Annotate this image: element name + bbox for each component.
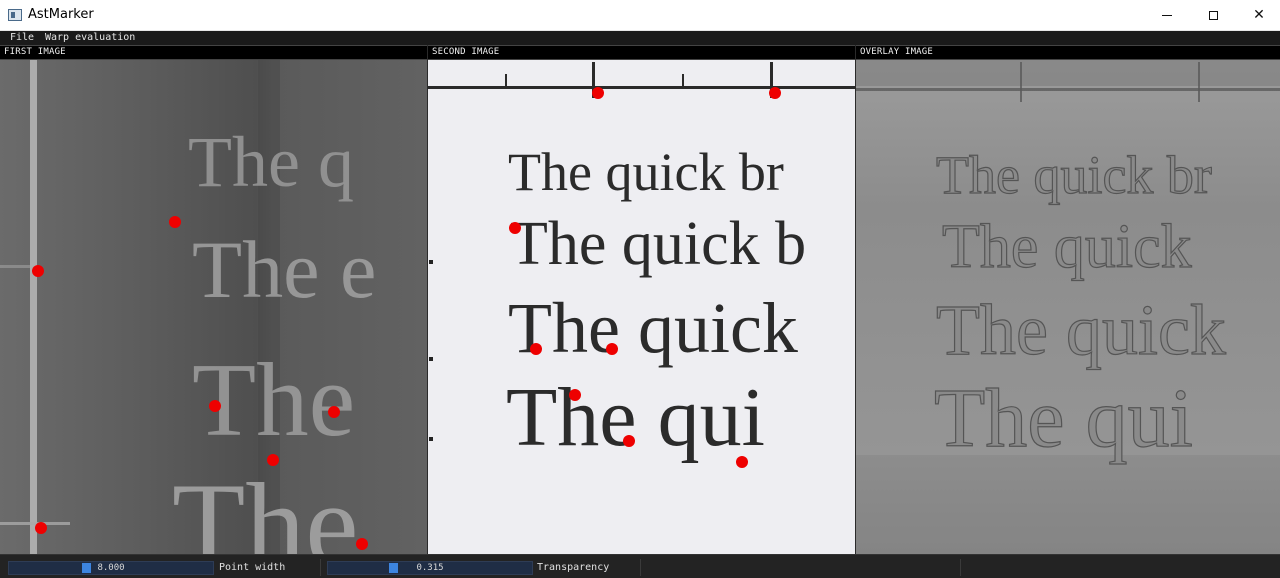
menu-warp-evaluation[interactable]: Warp evaluation [45,31,135,45]
text-line-3: The [192,341,355,458]
point-width-value: 8.000 [97,563,125,573]
point-width-label: Point width [219,562,286,573]
marker-point[interactable] [623,435,635,447]
tick-mark [1020,62,1022,102]
maximize-button[interactable] [1190,0,1236,30]
transparency-label: Transparency [537,562,610,573]
streak-band [856,60,1280,86]
overlay-image-canvas[interactable]: The quick br The quick The quick The qui [856,60,1280,554]
transparency-slider[interactable]: 0.315 [327,561,533,575]
marker-point[interactable] [569,389,581,401]
marker-point[interactable] [769,87,781,99]
marker-point[interactable] [736,456,748,468]
panel-title: OVERLAY IMAGE [860,47,934,57]
close-button[interactable]: ✕ [1236,0,1280,30]
point-width-slider[interactable]: 8.000 [8,561,214,575]
transparency-value: 0.315 [416,563,444,573]
text-line-2: The e [192,224,376,315]
window-title: AstMarker [28,7,94,22]
tick-line [0,522,70,525]
panel-header: SECOND IMAGE [428,45,855,60]
text-line-3: The quick [936,290,1226,370]
title-bar: AstMarker ✕ [0,0,1280,31]
tick-mark [505,74,507,87]
panel-title: FIRST IMAGE [4,47,66,57]
marker-point[interactable] [592,87,604,99]
first-image-panel: FIRST IMAGE The q The e The The [0,45,427,554]
edge-mark [429,437,433,441]
minimize-button[interactable] [1144,0,1190,30]
marker-point[interactable] [356,538,368,550]
second-image-panel: SECOND IMAGE The quick br The quick b Th… [428,45,855,554]
tick-mark [682,74,684,87]
second-image-canvas[interactable]: The quick br The quick b The quick The q… [428,60,855,554]
app-icon [8,9,22,21]
text-line-3: The quick [508,288,798,368]
marker-point[interactable] [509,222,521,234]
menu-file[interactable]: File [10,31,34,45]
panel-header: OVERLAY IMAGE [856,45,1280,60]
marker-point[interactable] [32,265,44,277]
panel-title: SECOND IMAGE [432,47,500,57]
marker-point[interactable] [209,400,221,412]
edge-mark [429,357,433,361]
overlay-image-panel: OVERLAY IMAGE The quick br The quick The… [856,45,1280,554]
first-image-svg: The q The e The The [0,60,376,554]
text-line-2: The quick [942,213,1192,281]
marker-point[interactable] [169,216,181,228]
overlay-image-svg: The quick br The quick The quick The qui [856,60,1280,554]
marker-point[interactable] [606,343,618,355]
text-line-4: The qui [506,371,765,464]
vertical-rule-line [30,60,37,554]
first-image-canvas[interactable]: The q The e The The [0,60,427,554]
text-line-1: The q [188,122,354,202]
marker-point[interactable] [530,343,542,355]
menu-bar: File Warp evaluation [0,31,1280,45]
close-icon: ✕ [1253,7,1265,23]
text-line-4: The [172,458,359,554]
marker-point[interactable] [328,406,340,418]
bottom-controls: 8.000 Point width 0.315 Transparency [0,554,1280,578]
text-line-4: The qui [934,372,1193,465]
tick-mark [1198,62,1200,102]
streak-band [856,455,1280,554]
marker-point[interactable] [267,454,279,466]
maximize-icon [1208,10,1218,20]
divider [320,559,321,576]
panel-header: FIRST IMAGE [0,45,427,60]
minimize-icon [1162,14,1172,16]
divider [640,559,641,576]
marker-point[interactable] [35,522,47,534]
horizontal-rule-line [856,88,1280,91]
divider [960,559,961,576]
edge-mark [429,260,433,264]
text-line-2: The quick b [510,210,806,278]
horizontal-rule-line [428,86,855,89]
second-image-svg: The quick br The quick b The quick The q… [428,62,855,468]
tick-line [0,265,30,268]
text-line-1: The quick br [508,142,784,202]
text-line-1: The quick br [936,145,1212,205]
